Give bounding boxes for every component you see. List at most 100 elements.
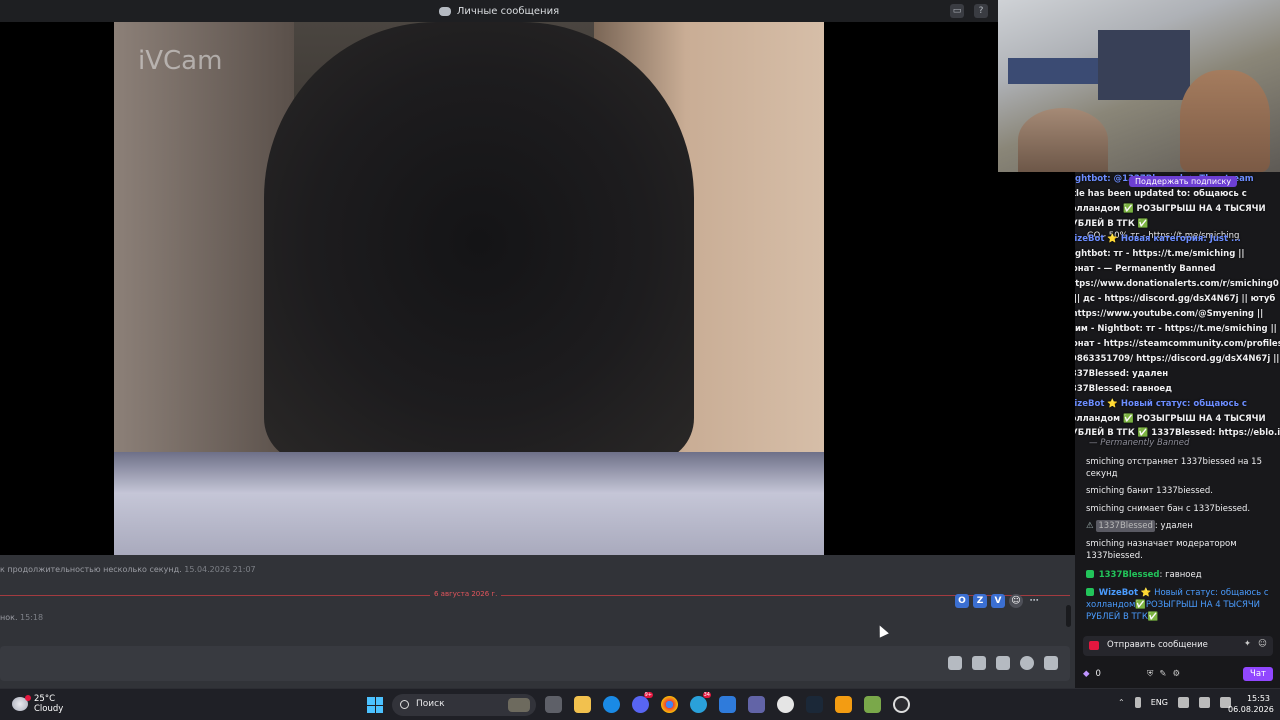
reaction-v-button[interactable]: V	[991, 594, 1005, 608]
reaction-z-button[interactable]: Z	[973, 594, 987, 608]
video-feed[interactable]: iVCam	[114, 22, 824, 555]
windows-logo-icon	[375, 705, 383, 713]
ghost-line: 1337Blessed: удален	[1075, 369, 1169, 379]
windows-logo-icon	[367, 697, 375, 705]
webcam-person-left	[1018, 108, 1108, 172]
tray-overflow-icon[interactable]: ⌃	[1118, 698, 1125, 707]
help-icon[interactable]: ?	[974, 4, 988, 18]
taskbar-apps: 9+ 34	[545, 692, 910, 713]
twitch-chat-panel: Nightbot: @1337Blessed -> The stream tit…	[1075, 172, 1280, 688]
date-divider-line	[0, 595, 1070, 596]
pencil-icon[interactable]: ✎	[1159, 669, 1166, 679]
network-icon[interactable]	[1177, 697, 1189, 708]
shield-icon[interactable]: ⛨	[1147, 669, 1153, 679]
windows-taskbar: 25°C Cloudy Поиск 9+ 34 ⌃ ENG 15:53 06.0…	[0, 688, 1280, 720]
message-actions: O Z V ☺ ⋯	[955, 594, 1041, 608]
file-explorer-icon[interactable]	[574, 696, 591, 713]
taskbar-search[interactable]: Поиск	[392, 694, 536, 716]
channel-points-icon[interactable]: ◆	[1083, 669, 1090, 679]
telegram-badge: 34	[702, 692, 711, 698]
more-options-icon[interactable]: ⋯	[1027, 594, 1041, 608]
gif-icon[interactable]	[972, 656, 986, 670]
date-divider-label: 6 августа 2026 г.	[430, 590, 502, 598]
emote-picker-icon[interactable]: ☺	[1258, 639, 1267, 649]
channel-points-count: 0	[1095, 669, 1101, 679]
chat-message: WizeBot ⭐ Новый статус: общаюсь с холлан…	[1086, 587, 1274, 623]
chat-message: smiching назначает модератором 1337biess…	[1086, 538, 1274, 562]
chat-message: 1337Blessed: гавноед	[1086, 569, 1274, 581]
start-button[interactable]	[367, 697, 383, 713]
settings-icon[interactable]: ⚙	[1172, 669, 1180, 679]
volume-icon[interactable]	[1198, 697, 1210, 708]
system-message: к продолжительностью несколько секунд. 1…	[0, 565, 256, 574]
chat-message-text: smiching назначает модератором 1337biess…	[1086, 539, 1237, 561]
windows-logo-icon	[375, 697, 383, 705]
chat-scrollbar[interactable]	[1066, 605, 1071, 627]
inbox-icon[interactable]: ▭	[950, 4, 964, 18]
minecraft-icon[interactable]	[864, 696, 881, 713]
yandex-browser-icon[interactable]	[777, 696, 794, 713]
chat-input-badge-icon	[1089, 641, 1099, 650]
discord-badge: 9+	[643, 692, 653, 698]
gift-icon[interactable]	[948, 656, 962, 670]
system-message-text: к продолжительностью несколько секунд.	[0, 565, 182, 574]
composer-tools	[948, 656, 1058, 670]
task-view-icon[interactable]	[545, 696, 562, 713]
sticker-icon[interactable]	[996, 656, 1010, 670]
discord-icon[interactable]: 9+	[632, 692, 653, 713]
teams-icon[interactable]	[748, 696, 765, 713]
last-message-time: 15:18	[20, 613, 44, 622]
emote-icon[interactable]: ✦	[1244, 639, 1251, 649]
chrome-icon[interactable]	[661, 696, 678, 713]
ghost-line: РУБЛЕЙ В ТГК ✅	[1075, 219, 1149, 229]
chat-nick[interactable]: 1337Blessed	[1096, 520, 1155, 532]
microphone-icon[interactable]	[1134, 697, 1141, 708]
chat-input[interactable]: Отправить сообщение ✦ ☺	[1083, 636, 1273, 656]
chat-message-text: smiching отстраняет 1337biessed на 15 се…	[1086, 457, 1262, 479]
chat-input-placeholder: Отправить сообщение	[1107, 640, 1208, 650]
mail-icon[interactable]	[719, 696, 736, 713]
webcam-clothes	[1098, 30, 1190, 100]
video-blanket	[114, 452, 824, 555]
chat-overlay-ghost: Nightbot: @1337Blessed -> The stream tit…	[1075, 172, 1280, 448]
discord-window: Личные сообщения ▭ ? iVCam к продолжител…	[0, 0, 1075, 688]
chat-message: ⚠ 1337Blessed: удален	[1086, 520, 1274, 532]
add-reaction-icon[interactable]: ☺	[1009, 594, 1023, 608]
ghost-line: стим - Nightbot: тг - https://t.me/smich…	[1075, 324, 1277, 334]
webcam-person-right	[1180, 70, 1270, 172]
chat-message: smiching банит 1337biessed.	[1086, 485, 1274, 497]
message-composer[interactable]	[0, 646, 1070, 681]
ghost-line: донат - https://steamcommunity.com/profi…	[1075, 339, 1280, 349]
ghost-line: title has been updated to: общаюсь с	[1075, 189, 1247, 199]
pinned-support-button[interactable]: Поддержать подписку	[1129, 176, 1238, 187]
ghost-line: 9 || дс - https://discord.gg/dsX4N67j ||…	[1075, 294, 1276, 304]
reaction-o-button[interactable]: O	[955, 594, 969, 608]
language-indicator[interactable]: ENG	[1151, 698, 1168, 707]
weather-condition: Cloudy	[34, 704, 64, 714]
apps-icon[interactable]	[1044, 656, 1058, 670]
ghost-line: холландом ✅ РОЗЫГРЫШ НА 4 ТЫСЯЧИ	[1075, 204, 1266, 214]
telegram-icon[interactable]: 34	[690, 692, 711, 713]
stream-viewer[interactable]: iVCam	[0, 22, 1075, 555]
weather-temperature: 25°C	[34, 694, 56, 704]
weather-widget[interactable]: 25°C Cloudy	[12, 694, 63, 714]
system-message-time: 15.04.2026 21:07	[184, 565, 256, 574]
ivcam-watermark: iVCam	[138, 46, 223, 76]
ghost-line: холландом ✅ РОЗЫГРЫШ НА 4 ТЫСЯЧИ	[1075, 414, 1266, 424]
edge-icon[interactable]	[603, 696, 620, 713]
discord-logo-icon	[438, 6, 451, 16]
screen: Личные сообщения ▭ ? iVCam к продолжител…	[0, 0, 1280, 720]
chat-send-button[interactable]: Чат	[1243, 667, 1273, 681]
mod-badge-icon	[1086, 570, 1094, 578]
ghost-line: Nightbot: тг - https://t.me/smiching ||	[1075, 249, 1245, 259]
emoji-icon[interactable]	[1020, 656, 1034, 670]
cloud-app-icon[interactable]	[835, 696, 852, 713]
ghost-line: https://www.donationalerts.com/r/smichin…	[1075, 279, 1279, 289]
steam-icon[interactable]	[806, 696, 823, 713]
taskbar-clock[interactable]: 15:53 06.08.2026	[1228, 693, 1274, 715]
title-bar: Личные сообщения ▭ ?	[0, 0, 998, 22]
obs-icon[interactable]	[893, 696, 910, 713]
chat-nick[interactable]: WizeBot	[1099, 588, 1138, 598]
chat-nick[interactable]: 1337Blessed	[1099, 570, 1160, 580]
warning-badge-icon: ⚠	[1086, 521, 1094, 531]
